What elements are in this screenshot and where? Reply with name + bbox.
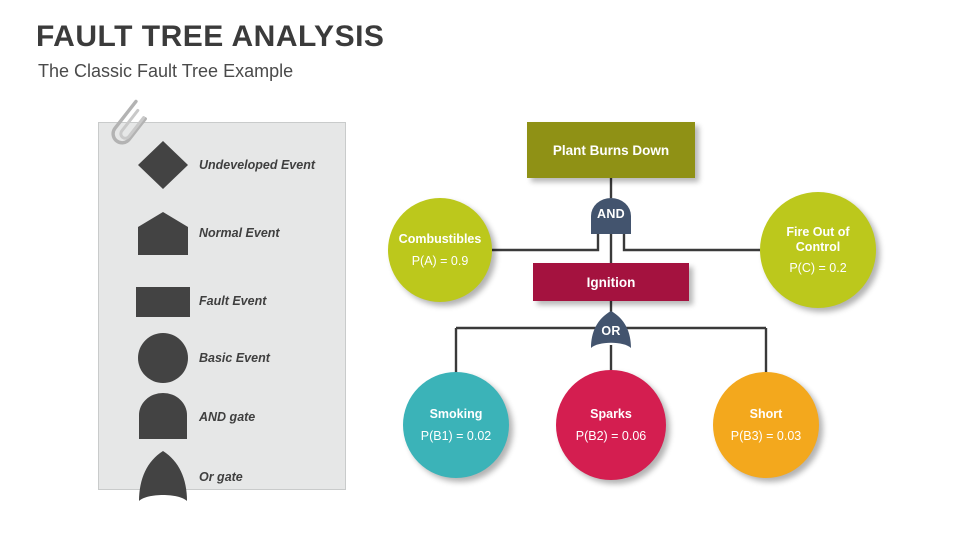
- node-prob-sparks: P(B2) = 0.06: [575, 428, 647, 443]
- page-title: FAULT TREE ANALYSIS: [36, 20, 385, 53]
- legend-panel: Undeveloped Event Normal Event Fault Eve…: [98, 122, 346, 501]
- legend-label-fault-event: Fault Event: [199, 293, 267, 308]
- page-subtitle: The Classic Fault Tree Example: [38, 61, 294, 81]
- node-prob-smoking: P(B1) = 0.02: [420, 428, 492, 443]
- and-gate[interactable]: AND: [588, 196, 634, 234]
- or-gate[interactable]: OR: [588, 310, 634, 350]
- diamond-icon: [135, 137, 191, 193]
- node-short[interactable]: Short P(B3) = 0.03: [713, 372, 819, 478]
- or-gate-label: OR: [601, 324, 621, 338]
- legend-item-normal-event: Normal Event: [99, 205, 345, 261]
- node-label-combustibles: Combustibles: [398, 232, 482, 247]
- node-ignition[interactable]: Ignition: [533, 263, 689, 301]
- node-label-short: Short: [749, 407, 783, 422]
- legend-label-and-gate: AND gate: [199, 409, 256, 424]
- and-gate-icon: [135, 389, 191, 445]
- legend-label-basic-event: Basic Event: [199, 350, 270, 365]
- legend-label-undeveloped-event: Undeveloped Event: [199, 157, 315, 172]
- and-gate-label: AND: [597, 207, 625, 221]
- rectangle-icon: [135, 273, 191, 329]
- legend-label-normal-event: Normal Event: [199, 225, 280, 240]
- circle-icon: [135, 330, 191, 386]
- node-prob-fire-out-of-control: P(C) = 0.2: [789, 261, 847, 276]
- node-label-ignition: Ignition: [586, 274, 636, 290]
- legend-item-fault-event: Fault Event: [99, 273, 345, 329]
- node-fire-out-of-control[interactable]: Fire Out of Control P(C) = 0.2: [760, 192, 876, 308]
- node-plant-burns-down[interactable]: Plant Burns Down: [527, 122, 695, 178]
- node-label-smoking: Smoking: [429, 407, 483, 422]
- legend-item-basic-event: Basic Event: [99, 330, 345, 386]
- pentagon-icon: [135, 205, 191, 261]
- node-label-plant-burns-down: Plant Burns Down: [552, 142, 670, 158]
- legend-label-or-gate: Or gate: [199, 469, 243, 484]
- node-prob-short: P(B3) = 0.03: [730, 428, 802, 443]
- node-label-sparks: Sparks: [590, 407, 632, 422]
- legend-item-undeveloped-event: Undeveloped Event: [99, 137, 345, 193]
- node-label-fire-out-of-control: Fire Out of Control: [786, 224, 850, 254]
- legend-item-or-gate: Or gate: [99, 449, 345, 505]
- node-prob-combustibles: P(A) = 0.9: [411, 253, 469, 268]
- node-smoking[interactable]: Smoking P(B1) = 0.02: [403, 372, 509, 478]
- or-gate-icon: [135, 449, 191, 505]
- node-combustibles[interactable]: Combustibles P(A) = 0.9: [388, 198, 492, 302]
- fault-tree-diagram: Plant Burns Down AND Combustibles P(A) =…: [370, 100, 940, 500]
- node-sparks[interactable]: Sparks P(B2) = 0.06: [556, 370, 666, 480]
- legend-item-and-gate: AND gate: [99, 389, 345, 445]
